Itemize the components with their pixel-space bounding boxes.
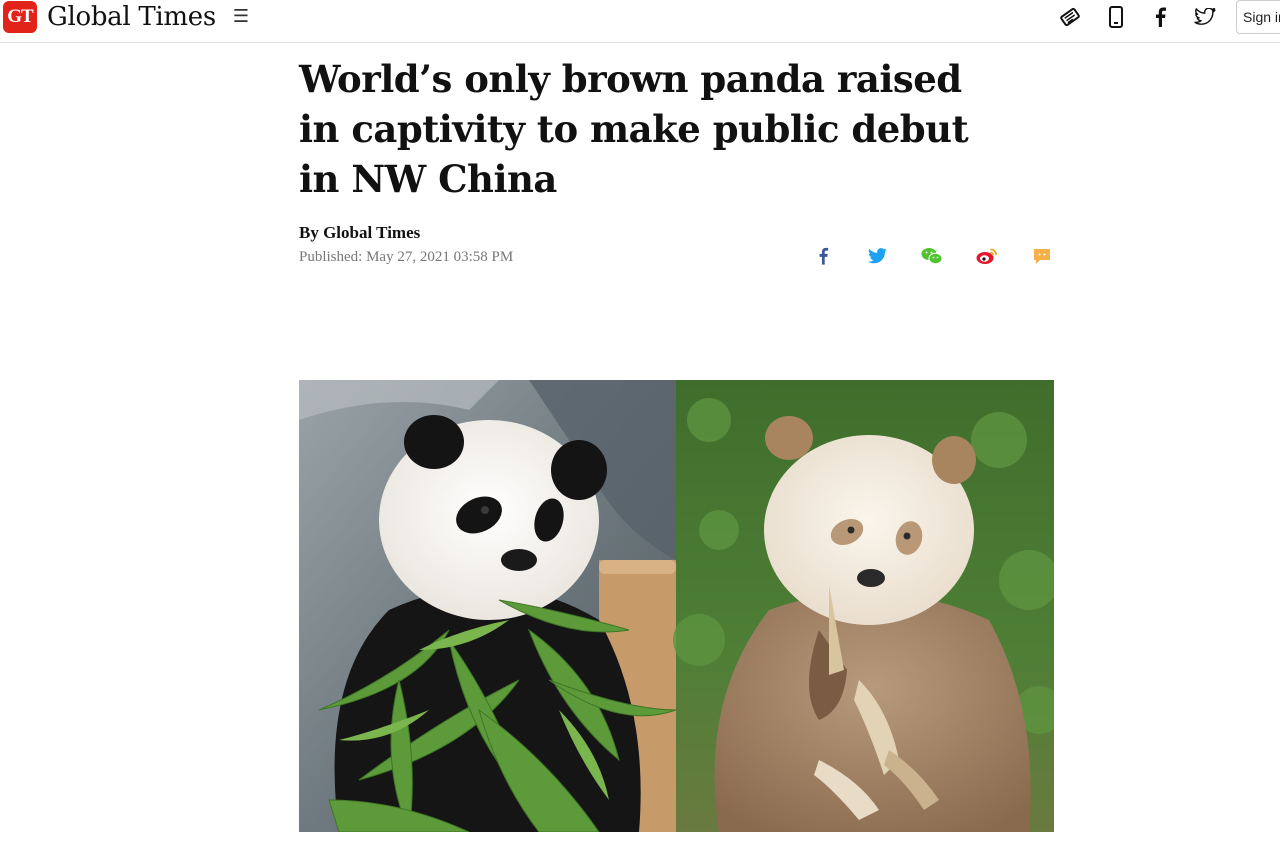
sign-in-button[interactable]: Sign in — [1236, 0, 1280, 34]
share-twitter-icon[interactable] — [865, 244, 889, 268]
mobile-icon[interactable] — [1104, 5, 1128, 29]
top-navigation-bar: GT Global Times ☰ Sign in — [0, 0, 1280, 43]
twitter-icon[interactable] — [1193, 5, 1217, 29]
article-byline: By Global Times — [299, 223, 421, 242]
black-white-panda-photo — [299, 380, 677, 832]
share-facebook-icon[interactable] — [811, 244, 835, 268]
site-logo-text[interactable]: Global Times — [47, 0, 216, 34]
logo-badge[interactable]: GT — [3, 1, 37, 33]
hero-image-pandas — [299, 380, 1054, 832]
menu-icon[interactable]: ☰ — [232, 5, 250, 29]
newspaper-icon[interactable] — [1058, 5, 1082, 29]
share-comment-icon[interactable] — [1030, 244, 1054, 268]
brown-panda-photo — [673, 380, 1054, 832]
article-headline: World’s only brown panda raised in capti… — [299, 57, 969, 201]
published-date: Published: May 27, 2021 03:58 PM — [299, 249, 514, 265]
facebook-icon[interactable] — [1148, 5, 1172, 29]
share-wechat-icon[interactable] — [920, 244, 944, 268]
share-weibo-icon[interactable] — [975, 244, 999, 268]
